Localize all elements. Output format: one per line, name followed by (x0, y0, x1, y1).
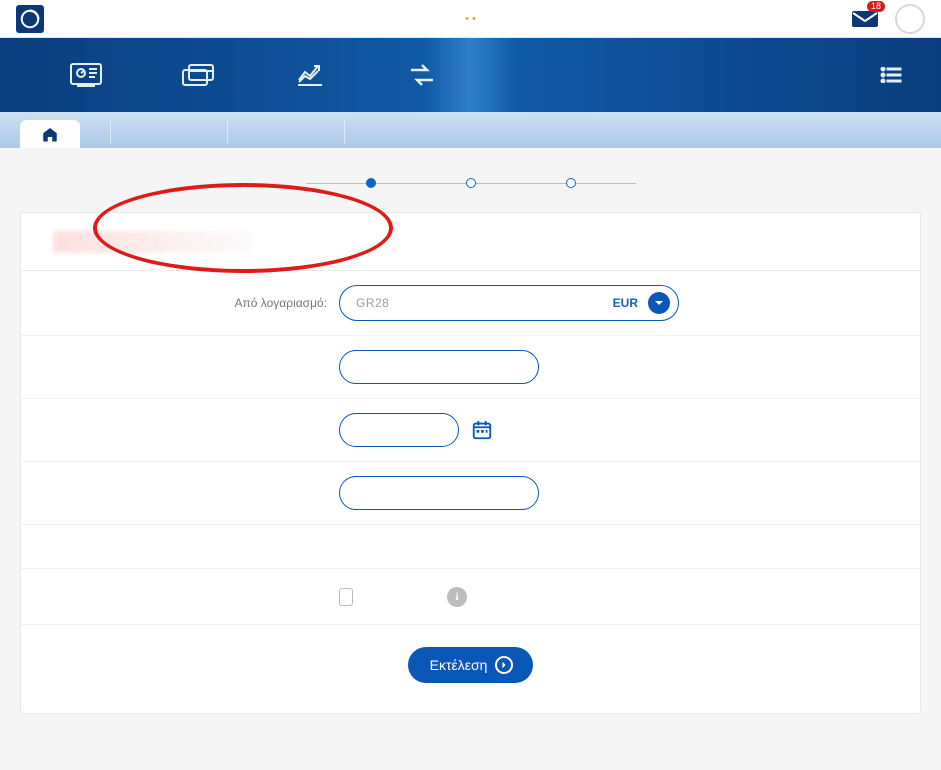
row-from-account: Από λογαριασμό: GR28 EUR (21, 271, 920, 336)
info-icon: i (455, 591, 458, 603)
dashboard-icon (69, 61, 103, 89)
account-number-preview: GR28 (356, 296, 389, 310)
info-button[interactable]: i (447, 587, 467, 607)
step-1 (366, 178, 376, 188)
chart-line-icon (295, 62, 325, 88)
subnav-home-tab[interactable] (20, 120, 80, 148)
divider (344, 120, 345, 144)
chevron-down-icon (648, 292, 670, 314)
from-account-select[interactable]: GR28 EUR (339, 285, 679, 321)
options-select[interactable] (339, 588, 353, 606)
date-input[interactable] (339, 413, 459, 447)
top-center-indicator: • • (465, 13, 476, 25)
amount-input[interactable] (339, 476, 539, 510)
calendar-icon (471, 419, 493, 441)
card-header (21, 213, 920, 271)
nav-menu-button[interactable] (871, 67, 911, 83)
submit-row: Εκτέλεση (21, 625, 920, 713)
row-date (21, 399, 920, 462)
execute-button[interactable]: Εκτέλεση (408, 647, 534, 683)
progress-stepper (0, 148, 941, 212)
divider (110, 120, 111, 144)
nav-investments[interactable] (254, 38, 366, 112)
row-payee (21, 336, 920, 399)
menu-icon (880, 67, 902, 83)
header-redacted (53, 231, 253, 253)
payment-form-card: Από λογαριασμό: GR28 EUR (20, 212, 921, 714)
nav-dashboard[interactable] (30, 38, 142, 112)
user-avatar[interactable] (895, 4, 925, 34)
home-icon (41, 125, 59, 143)
nav-cards[interactable] (142, 38, 254, 112)
bank-logo[interactable] (16, 5, 44, 33)
calendar-button[interactable] (471, 419, 493, 441)
envelope-icon (851, 9, 879, 29)
main-navigation (0, 38, 941, 112)
transfer-arrows-icon (407, 63, 437, 87)
row-options: i (21, 569, 920, 625)
sub-navigation (0, 112, 941, 148)
cards-icon (181, 62, 215, 88)
messages-button[interactable]: 18 (851, 9, 879, 29)
nav-transfers[interactable] (366, 38, 478, 112)
payee-input[interactable] (339, 350, 539, 384)
row-amount (21, 462, 920, 525)
execute-button-label: Εκτέλεση (430, 657, 488, 673)
step-3 (566, 178, 576, 188)
top-bar: • • 18 (0, 0, 941, 38)
divider (227, 120, 228, 144)
messages-count-badge: 18 (867, 1, 885, 12)
chevron-right-icon (495, 656, 513, 674)
step-2 (466, 178, 476, 188)
account-currency: EUR (613, 296, 638, 310)
row-spacer (21, 525, 920, 569)
from-account-label: Από λογαριασμό: (49, 296, 339, 310)
